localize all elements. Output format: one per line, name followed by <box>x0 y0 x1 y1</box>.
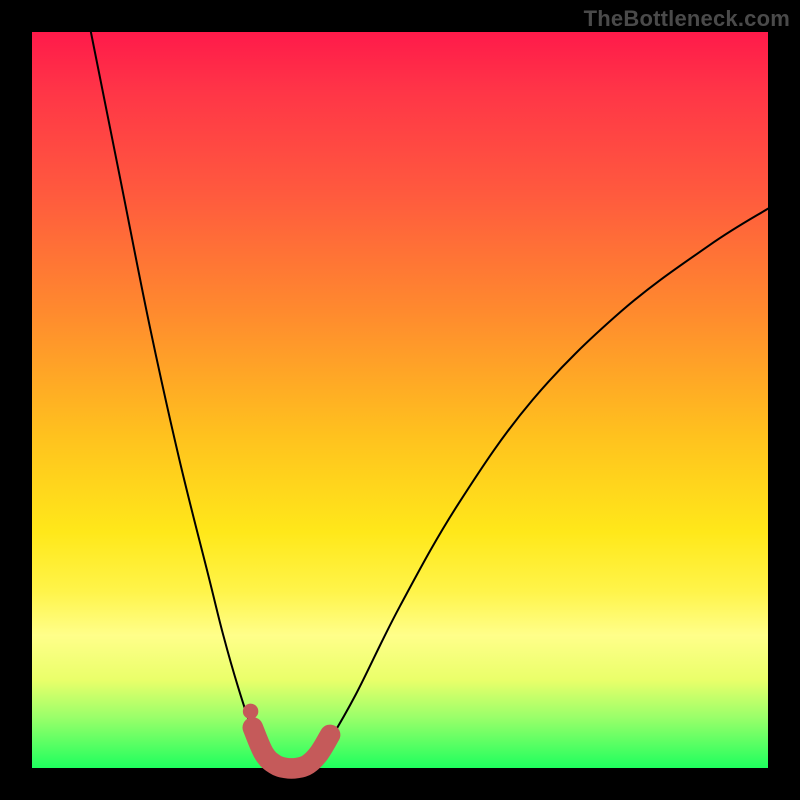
marker-dot <box>243 704 258 719</box>
watermark-text: TheBottleneck.com <box>584 6 790 32</box>
chart-frame: TheBottleneck.com <box>0 0 800 800</box>
curve-left-branch <box>91 32 275 768</box>
marker-layer <box>243 704 330 769</box>
curve-layer <box>91 32 768 768</box>
chart-svg <box>32 32 768 768</box>
marker-path <box>253 728 330 769</box>
curve-right-branch <box>312 209 768 768</box>
plot-area <box>32 32 768 768</box>
